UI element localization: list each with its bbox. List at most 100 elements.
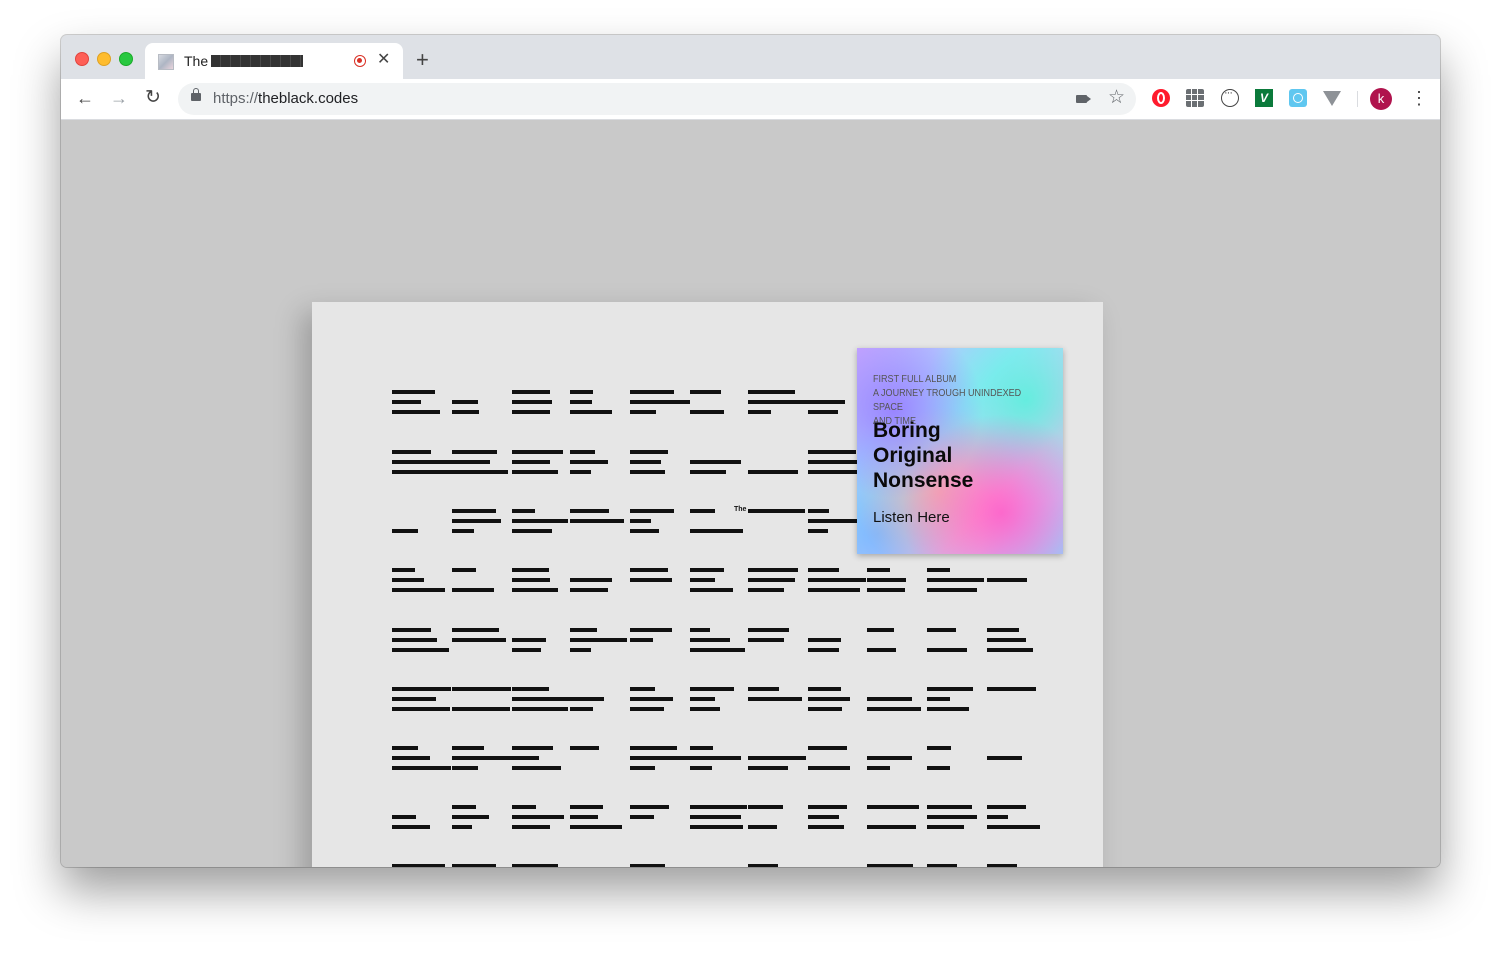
redacted-word-bar [808,638,841,642]
reload-icon[interactable]: ↻ [145,88,161,108]
new-tab-button[interactable]: + [416,49,429,71]
redacted-word-bar [512,687,549,691]
redacted-word-bar [392,756,430,760]
redacted-word-bar [452,460,490,464]
redacted-word-bar [570,578,612,582]
redacted-word-bar [392,825,430,829]
redacted-word-bar [452,746,484,750]
redacted-word-bar [808,687,841,691]
redacted-word-bar [392,648,449,652]
redacted-word-bar [808,648,839,652]
redacted-word-bar [392,460,452,464]
url-host: theblack.codes [258,90,359,107]
listen-here-link[interactable]: Listen Here [873,509,950,526]
vee-icon[interactable] [1323,91,1341,106]
opera-icon[interactable] [1152,89,1170,107]
redacted-word-bar [927,746,951,750]
redacted-word-bar [690,687,734,691]
redacted-word-bar [987,578,1027,582]
album-card[interactable]: FIRST FULL ALBUM A JOURNEY TROUGH UNINDE… [857,348,1063,554]
redacted-word-bar [987,628,1019,632]
redacted-word-bar [392,746,418,750]
redacted-word-bar [512,588,558,592]
redacted-word-bar [392,400,421,404]
address-bar[interactable]: https://theblack.codes ☆ [178,83,1136,115]
star-icon[interactable]: ☆ [1108,87,1125,109]
redacted-word-bar [867,628,894,632]
redacted-word-bar [452,766,478,770]
forward-arrow-icon[interactable]: → [110,88,128,108]
redacted-word-bar [630,756,691,760]
redacted-word-bar [630,470,665,474]
paper-title: The [734,506,747,513]
redacted-word-bar [630,864,665,867]
redacted-word-bar [570,746,599,750]
redacted-word-bar [987,864,1017,867]
redacted-word-bar [748,697,802,701]
redacted-word-bar [630,519,651,523]
back-arrow-icon[interactable]: ← [76,88,94,108]
redacted-word-bar [512,410,550,414]
redacted-word-bar [987,687,1036,691]
redacted-word-bar [392,390,435,394]
v-icon[interactable]: V [1255,89,1273,107]
redacted-word-bar [512,509,535,513]
profile-avatar[interactable]: k [1370,88,1392,110]
lock-icon[interactable] [191,88,201,101]
redacted-word-bar [808,578,866,582]
vertical-dots-icon[interactable]: ⋮ [1410,87,1428,109]
redacted-word-bar [690,578,715,582]
redacted-word-bar [452,687,511,691]
redacted-word-bar [690,470,726,474]
redacted-word-bar [512,450,563,454]
redacted-word-bar [748,509,805,513]
redacted-word-bar [630,450,668,454]
redacted-word-bar [452,756,512,760]
redacted-word-bar [392,766,451,770]
redacted-word-bar [392,450,431,454]
redacted-word-bar [867,766,890,770]
redacted-word-bar [690,815,741,819]
redacted-word-bar [748,568,798,572]
redacted-word-bar [748,864,778,867]
redacted-word-bar [630,460,661,464]
redacted-word-bar [630,390,674,394]
redacted-word-bar [690,648,745,652]
page-favicon-icon [158,54,174,70]
grid-icon[interactable] [1186,89,1204,107]
redacted-word-bar [927,648,967,652]
redacted-word-bar [512,529,552,533]
redacted-word-bar [452,815,489,819]
redacted-word-bar [867,864,913,867]
redacted-word-bar [630,628,672,632]
redacted-word-bar [452,707,510,711]
camera-icon[interactable] [1076,95,1091,103]
album-title: Boring Original Nonsense [873,418,973,493]
tab-close-icon[interactable]: ✕ [377,50,390,70]
redacted-word-bar [690,460,741,464]
redacted-word-bar [630,746,677,750]
tab-title: The [184,53,209,69]
minimize-window-button[interactable] [97,52,111,66]
redacted-word-bar [690,509,715,513]
browser-tab[interactable]: The ✕ [145,43,403,79]
redacted-word-bar [512,568,549,572]
redacted-word-bar [452,638,506,642]
close-window-button[interactable] [75,52,89,66]
redacted-word-bar [392,628,431,632]
url-text[interactable]: https://theblack.codes [213,90,358,107]
redacted-word-bar [867,825,916,829]
ring-icon[interactable] [1221,87,1239,107]
redacted-word-bar [808,400,845,404]
zoom-window-button[interactable] [119,52,133,66]
redacted-word-bar [512,707,568,711]
redacted-word-bar [630,410,656,414]
redacted-word-bar [690,766,712,770]
browser-toolbar: ← → ↻ https://theblack.codes ☆ V k ⋮ [61,79,1440,120]
camera-ext-icon[interactable] [1289,89,1307,107]
redacted-word-bar [690,628,710,632]
redacted-word-bar [392,529,418,533]
redacted-word-bar [570,697,604,701]
redacted-word-bar [452,628,499,632]
redacted-word-bar [987,648,1033,652]
